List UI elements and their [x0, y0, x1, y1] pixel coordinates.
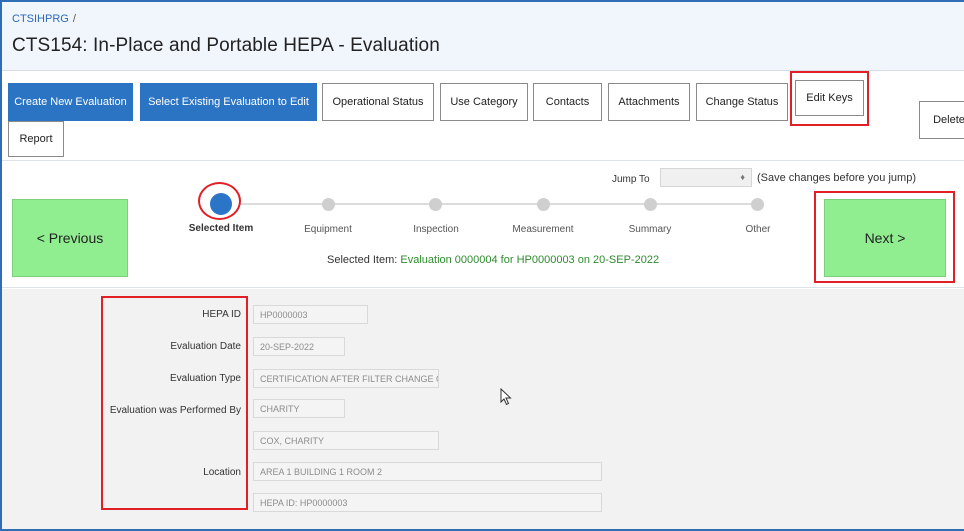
app-window: CTSIHPRG / CTS154: In-Place and Portable …	[0, 0, 964, 531]
step-label-inspection[interactable]: Inspection	[413, 224, 459, 235]
step-label-equipment[interactable]: Equipment	[304, 224, 352, 235]
step-track	[239, 203, 757, 205]
select-existing-evaluation-button[interactable]: Select Existing Evaluation to Edit	[140, 83, 317, 121]
delete-button[interactable]: Delete	[919, 101, 964, 139]
attachments-button[interactable]: Attachments	[608, 83, 690, 121]
report-button[interactable]: Report	[8, 121, 64, 157]
selected-item-prefix: Selected Item:	[327, 254, 401, 266]
form-labels-highlight	[101, 296, 248, 510]
performed-by-field[interactable]: CHARITY	[253, 399, 345, 418]
jump-to-select[interactable]: ♦	[660, 168, 752, 187]
breadcrumb-link[interactable]: CTSIHPRG	[12, 13, 69, 25]
step-dot-equipment[interactable]	[322, 198, 335, 211]
evaluation-type-field[interactable]: CERTIFICATION AFTER FILTER CHANGE OUT	[253, 369, 439, 388]
jump-hint: (Save changes before you jump)	[757, 172, 916, 184]
page-header: CTSIHPRG / CTS154: In-Place and Portable …	[2, 2, 964, 70]
operational-status-button[interactable]: Operational Status	[322, 83, 434, 121]
step-label-other[interactable]: Other	[745, 224, 770, 235]
change-status-button[interactable]: Change Status	[696, 83, 788, 121]
step-label-measurement[interactable]: Measurement	[512, 224, 573, 235]
step-dot-other[interactable]	[751, 198, 764, 211]
step-dot-measurement[interactable]	[537, 198, 550, 211]
performed-by-name-field[interactable]: COX, CHARITY	[253, 431, 439, 450]
page-title: CTS154: In-Place and Portable HEPA - Eva…	[12, 35, 440, 56]
use-category-button[interactable]: Use Category	[440, 83, 528, 121]
contacts-button[interactable]: Contacts	[533, 83, 602, 121]
step-label-summary[interactable]: Summary	[629, 224, 672, 235]
next-button-highlight	[814, 191, 955, 283]
location-hepa-field[interactable]: HEPA ID: HP0000003	[253, 493, 602, 512]
create-new-evaluation-button[interactable]: Create New Evaluation	[8, 83, 133, 121]
jump-to-label: Jump To	[612, 174, 650, 185]
step-dot-inspection[interactable]	[429, 198, 442, 211]
step-dot-summary[interactable]	[644, 198, 657, 211]
step-label-selected-item[interactable]: Selected Item	[189, 223, 253, 234]
breadcrumb-separator: /	[72, 13, 76, 25]
evaluation-date-field[interactable]: 20-SEP-2022	[253, 337, 345, 356]
edit-keys-highlight	[790, 71, 869, 126]
hepa-id-field[interactable]: HP0000003	[253, 305, 368, 324]
location-field[interactable]: AREA 1 BUILDING 1 ROOM 2	[253, 462, 602, 481]
mouse-pointer-icon	[500, 388, 512, 406]
selected-item-info: Selected Item: Evaluation 0000004 for HP…	[327, 254, 659, 266]
selected-item-value: Evaluation 0000004 for HP0000003 on 20-S…	[400, 254, 660, 266]
previous-button[interactable]: < Previous	[12, 199, 128, 277]
select-arrow-icon: ♦	[740, 172, 745, 182]
breadcrumb: CTSIHPRG /	[12, 13, 76, 25]
selected-step-highlight	[198, 182, 241, 220]
